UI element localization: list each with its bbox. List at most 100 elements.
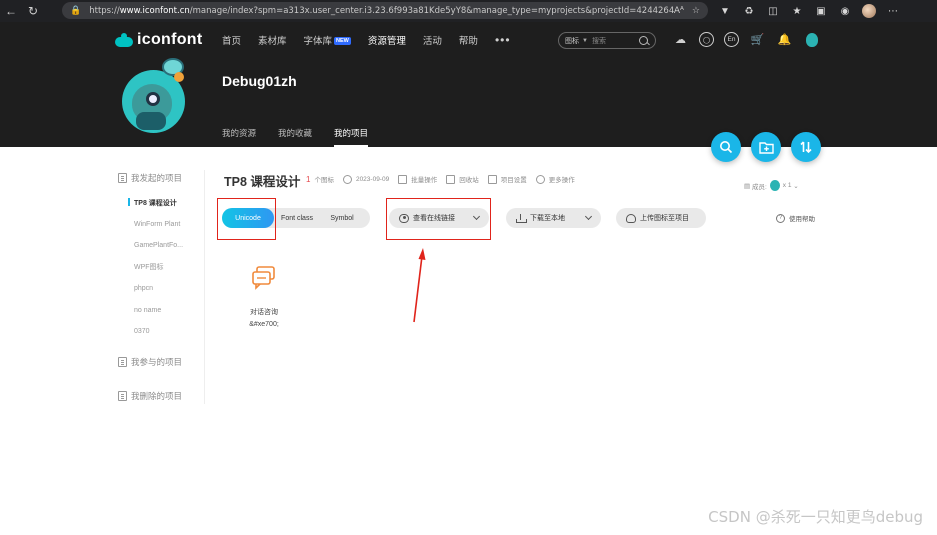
chevron-down-icon: ⌄ [791,182,799,190]
annotation-box-online-link [386,198,491,240]
browser-toolbar: ← ↻ 🔒 https://www.iconfont.cn/manage/ind… [0,0,937,22]
address-bar[interactable]: 🔒 https://www.iconfont.cn/manage/index?s… [62,2,708,19]
user-mini-avatar[interactable] [806,33,818,47]
favorite-star-icon[interactable]: ☆ [692,6,700,16]
header-search[interactable]: 图标 ▼ 搜索 [558,32,656,49]
user-tabs: 我的资源 我的收藏 我的项目 [222,127,390,147]
upload-cloud-icon[interactable]: ☁ [672,31,689,48]
language-switch[interactable]: En [724,32,739,47]
chat-consult-icon [252,266,275,290]
sidebar-item-project[interactable]: WPF图标 [118,257,204,279]
nav-more-icon[interactable]: ••• [495,33,511,47]
project-settings-link[interactable]: 项目设置 [487,174,527,184]
icon-card[interactable]: 对话咨询 &#xe700; [236,264,292,328]
document-icon [118,390,127,401]
download-local-button[interactable]: 下载至本地 [506,208,601,228]
nav-fonts-label: 字体库 [303,36,333,47]
icon-count-unit: 个图标 [314,177,334,184]
annotation-arrow [413,248,426,323]
tab-my-favorites[interactable]: 我的收藏 [278,127,312,147]
more-operations-link[interactable]: 更多操作 [535,174,575,184]
sidebar-item-project[interactable]: WinForm Plant [118,214,204,236]
site-header: iconfont 首页 素材库 字体库 NEW 资源管理 活动 帮助 ••• 图标… [0,22,937,147]
iconfont-logo[interactable]: iconfont [115,31,203,49]
sidebar-item-project[interactable]: no name [118,300,204,322]
chevron-down-icon [584,212,593,221]
project-members[interactable]: ▤ 成员: x 1 ⌄ [744,180,799,191]
my-projects-header[interactable]: 我发起的项目 [118,170,204,186]
user-avatar [122,58,185,133]
search-input[interactable]: 搜索 [592,36,638,46]
games-icon[interactable]: ◉ [836,0,854,22]
nav-help[interactable]: 帮助 [459,33,478,47]
nav-resources[interactable]: 资源管理 [368,33,406,47]
chevron-down-icon: ▼ [582,37,588,44]
new-badge: NEW [334,37,351,45]
project-date-text: 2023-09-09 [355,175,390,183]
read-aloud-icon[interactable]: Aᴬ [674,6,684,16]
project-title: TP8 课程设计 [224,175,301,189]
nav-events[interactable]: 活动 [423,33,442,47]
cart-icon[interactable]: 🛒 [749,31,766,48]
download-manager-icon[interactable]: ▼ [716,0,734,22]
nav-home[interactable]: 首页 [222,33,241,47]
batch-operation-label: 批量操作 [411,177,438,184]
document-icon [118,356,127,367]
edit-icon [487,174,497,184]
deleted-projects-header[interactable]: 我删除的项目 [118,388,204,404]
question-icon: ? [776,213,785,223]
document-icon [118,173,127,183]
icon-code: &#xe700; [249,321,279,328]
extension-icon[interactable]: ♻ [740,0,758,22]
search-icon[interactable] [638,35,650,47]
tab-my-projects[interactable]: 我的项目 [334,127,369,147]
logo-mark-icon [115,33,133,47]
batch-operation-link[interactable]: 批量操作 [398,174,437,184]
watermark: CSDN @杀死一只知更鸟debug [708,508,923,526]
new-folder-button[interactable] [751,132,781,162]
url-prefix: https:// [89,5,120,16]
tab-symbol[interactable]: Symbol [320,208,364,228]
deleted-projects-label: 我删除的项目 [131,390,183,401]
sidebar-item-project[interactable]: GamePlantFo... [118,235,204,257]
sidebar-item-project[interactable]: phpcn [118,278,204,300]
my-projects-label: 我发起的项目 [131,173,183,183]
back-icon[interactable]: ← [0,0,22,22]
tab-font-class[interactable]: Font class [274,208,320,228]
project-settings-label: 项目设置 [500,177,527,184]
members-icon: ▤ [744,182,752,190]
url-path: /manage/index?spm=a313x.user_center.i3.2… [189,5,675,16]
joined-projects-header[interactable]: 我参与的项目 [118,354,204,370]
recycle-bin-link[interactable]: 回收站 [446,174,479,184]
search-scope-select[interactable]: 图标 [565,36,579,46]
project-meta: 1 个图标 2023-09-09 批量操作 回收站 项目设置 更多操作 [306,174,584,184]
profile-avatar[interactable] [860,0,878,22]
clock-icon [342,174,352,184]
sidebar-item-project[interactable]: 0370 [118,321,204,343]
collections-icon[interactable]: ▣ [812,0,830,22]
recycle-bin-label: 回收站 [459,177,479,184]
upload-icons-button[interactable]: 上传图标至项目 [616,208,706,228]
clock-icon[interactable]: ◯ [699,32,714,47]
bell-icon[interactable]: 🔔 [776,31,793,48]
favorites-icon[interactable]: ★ [788,0,806,22]
menu-more-icon[interactable]: ⋯ [884,0,902,22]
usage-help-link[interactable]: ? 使用帮助 [776,213,815,223]
sort-button[interactable] [791,132,821,162]
lock-icon: 🔒 [70,5,82,16]
nav-materials[interactable]: 素材库 [258,33,287,47]
more-circle-icon [535,174,545,184]
sidebar-item-project[interactable]: TP8 课程设计 [118,192,204,214]
download-local-label: 下载至本地 [530,215,565,222]
search-project-button[interactable] [711,132,741,162]
icon-name: 对话咨询 [250,309,278,316]
tab-my-resources[interactable]: 我的资源 [222,127,256,147]
split-screen-icon[interactable]: ◫ [764,0,782,22]
nav-fonts[interactable]: 字体库 NEW [304,33,351,47]
member-avatar [769,180,780,191]
header-actions: ☁ ◯ En 🛒 🔔 [672,31,818,48]
project-date: 2023-09-09 [342,174,390,184]
folder-add-icon [758,141,774,154]
refresh-icon[interactable]: ↻ [22,0,44,22]
members-count: x 1 [782,182,792,189]
